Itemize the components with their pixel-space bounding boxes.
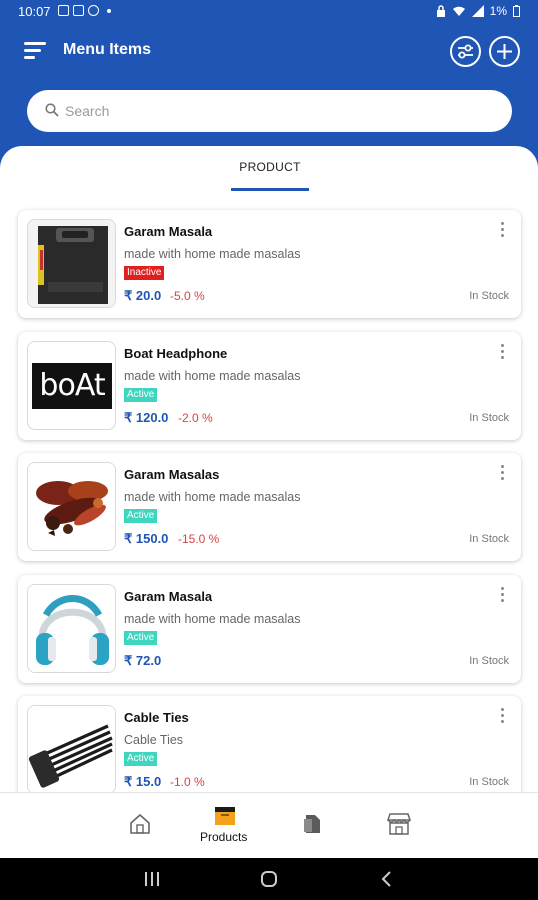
- notification-icons: [58, 5, 111, 16]
- more-options-icon[interactable]: [500, 465, 506, 483]
- content-sheet: PRODUCT Garam Masala made with home made…: [0, 146, 538, 792]
- more-options-icon[interactable]: [500, 222, 506, 240]
- back-icon: [381, 871, 391, 887]
- status-badge: Active: [124, 631, 158, 645]
- status-right: 1%: [436, 4, 520, 18]
- more-options-icon[interactable]: [500, 344, 506, 362]
- product-description: made with home made masalas: [124, 490, 301, 504]
- more-options-icon[interactable]: [500, 587, 506, 605]
- home-icon: [130, 814, 150, 834]
- spices-photo: [28, 463, 115, 550]
- search-input[interactable]: [65, 90, 485, 132]
- cable-ties-photo: [28, 706, 115, 792]
- product-image: [27, 219, 116, 308]
- calendar-notification-icon: [73, 5, 84, 16]
- nav-store[interactable]: [386, 812, 412, 841]
- stock-status: In Stock: [469, 412, 509, 424]
- headphones-photo: [28, 585, 115, 672]
- bag-photo: [28, 220, 115, 307]
- product-description: Cable Ties: [124, 733, 184, 747]
- plus-icon: [497, 44, 512, 59]
- filter-button[interactable]: [450, 36, 481, 67]
- product-price: ₹ 15.0: [124, 774, 162, 789]
- more-notifications-dot-icon: [107, 8, 111, 13]
- product-card[interactable]: Cable Ties Cable Ties Active ₹ 15.0 -1.0…: [18, 696, 521, 792]
- system-navigation-bar: [0, 858, 538, 900]
- nav-home[interactable]: [128, 812, 152, 841]
- battery-icon: [513, 5, 520, 17]
- signal-icon: [471, 5, 484, 17]
- nav-products[interactable]: [213, 803, 237, 832]
- gallery-notification-icon: [58, 5, 69, 16]
- stock-status: In Stock: [469, 776, 509, 788]
- home-nav-icon: [261, 871, 277, 887]
- sliders-icon: [458, 44, 473, 59]
- product-discount: -15.0 %: [178, 532, 220, 546]
- product-description: made with home made masalas: [124, 612, 301, 626]
- product-image: [27, 705, 116, 792]
- bottom-navigation: Products: [0, 792, 538, 858]
- add-item-button[interactable]: [489, 36, 520, 67]
- lock-icon: [436, 5, 445, 17]
- product-name: Garam Masalas: [124, 467, 220, 482]
- status-bar: 10:07 1%: [0, 0, 538, 24]
- product-card[interactable]: Garam Masala made with home made masalas…: [18, 210, 521, 318]
- product-card[interactable]: Garam Masala made with home made masalas…: [18, 575, 521, 683]
- product-description: made with home made masalas: [124, 247, 301, 261]
- product-card[interactable]: Garam Masalas made with home made masala…: [18, 453, 521, 561]
- home-button[interactable]: [260, 870, 278, 893]
- product-discount: -2.0 %: [178, 411, 213, 425]
- more-options-icon[interactable]: [500, 708, 506, 726]
- status-time: 10:07: [18, 4, 51, 19]
- product-name: Garam Masala: [124, 589, 213, 604]
- back-button[interactable]: [380, 870, 394, 893]
- recent-apps-icon: [145, 872, 159, 886]
- status-badge: Active: [124, 752, 158, 766]
- orders-bag-icon: [304, 815, 320, 833]
- status-badge: Active: [124, 388, 158, 402]
- app-bar: Menu Items: [0, 24, 538, 80]
- play-notification-icon: [88, 5, 99, 16]
- store-icon: [386, 813, 412, 835]
- nav-orders[interactable]: [300, 812, 324, 841]
- product-name: Boat Headphone: [124, 346, 228, 361]
- product-card[interactable]: boAt Boat Headphone made with home made …: [18, 332, 521, 440]
- status-badge: Active: [124, 509, 158, 523]
- tab-indicator: [231, 188, 309, 191]
- search-bar[interactable]: [27, 90, 512, 132]
- product-name: Cable Ties: [124, 710, 189, 725]
- product-discount: -1.0 %: [170, 775, 205, 789]
- boat-logo: boAt: [32, 363, 112, 409]
- product-image: [27, 584, 116, 673]
- status-badge: Inactive: [124, 266, 165, 280]
- search-icon: [45, 103, 59, 117]
- products-box-icon: [215, 807, 235, 825]
- product-price: ₹ 120.0: [124, 410, 169, 425]
- menu-sort-icon[interactable]: [24, 40, 48, 62]
- product-image: boAt: [27, 341, 116, 430]
- product-discount: -5.0 %: [170, 289, 205, 303]
- product-price: ₹ 20.0: [124, 288, 162, 303]
- nav-products-label: Products: [200, 830, 248, 844]
- product-name: Garam Masala: [124, 224, 213, 239]
- page-title: Menu Items: [63, 41, 152, 58]
- product-price: ₹ 150.0: [124, 531, 169, 546]
- product-description: made with home made masalas: [124, 369, 301, 383]
- wifi-icon: [452, 6, 465, 16]
- stock-status: In Stock: [469, 290, 509, 302]
- battery-percent: 1%: [489, 4, 507, 18]
- product-price: ₹ 72.0: [124, 653, 162, 668]
- product-image: [27, 462, 116, 551]
- stock-status: In Stock: [469, 655, 509, 667]
- stock-status: In Stock: [469, 533, 509, 545]
- recent-apps-button[interactable]: [144, 870, 160, 893]
